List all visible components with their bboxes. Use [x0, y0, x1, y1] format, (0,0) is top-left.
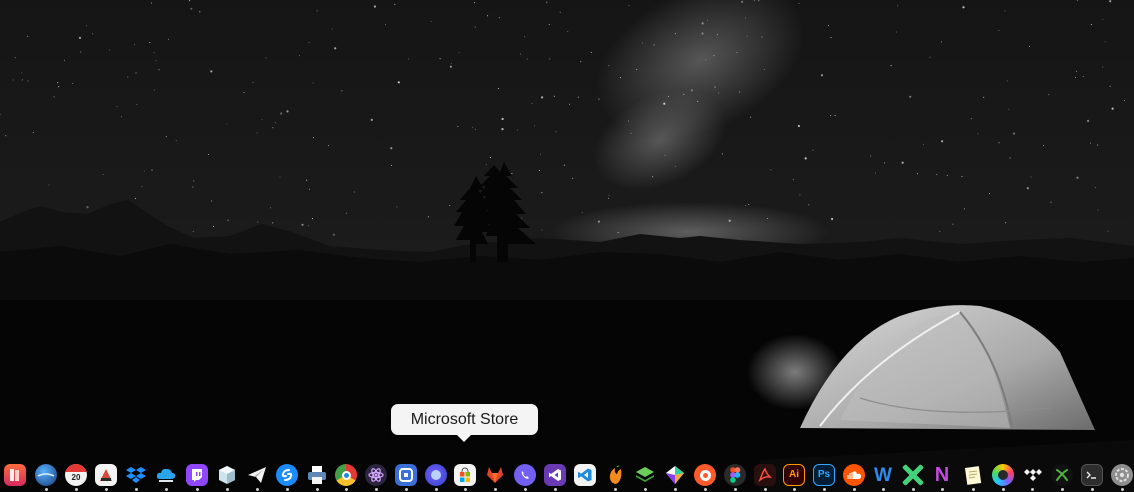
running-indicator [852, 488, 856, 491]
running-indicator [971, 488, 975, 491]
running-indicator [673, 488, 677, 491]
books-app-icon[interactable] [4, 464, 26, 486]
earth-globe-icon[interactable] [35, 464, 57, 486]
running-indicator [195, 488, 199, 491]
dropbox-icon[interactable] [125, 464, 147, 486]
desktop: Microsoft Store 20 Ai Ps W N [0, 0, 1134, 492]
running-indicator [733, 488, 737, 491]
atom-icon[interactable] [365, 464, 387, 486]
cube-icon[interactable] [216, 464, 238, 486]
gitlab-fox-icon[interactable] [484, 464, 506, 486]
terminal-icon[interactable] [1081, 464, 1103, 486]
word-app-label: W [874, 464, 892, 486]
firefox-icon[interactable] [425, 464, 447, 486]
visual-studio-icon[interactable] [544, 464, 566, 486]
running-indicator [404, 488, 408, 491]
running-indicator [822, 488, 826, 491]
colorful-orb-icon[interactable] [992, 464, 1014, 486]
running-indicator [225, 488, 229, 491]
photoshop-label: Ps [817, 469, 831, 480]
running-indicator [1001, 488, 1005, 491]
dock-tooltip: Microsoft Store [391, 404, 538, 442]
calendar-icon[interactable]: 20 [65, 464, 87, 486]
sketch-gem-icon[interactable] [664, 464, 686, 486]
running-indicator [703, 488, 707, 491]
running-indicator [285, 488, 289, 491]
illustrator-icon[interactable]: Ai [783, 464, 805, 486]
viber-icon[interactable] [514, 464, 536, 486]
running-indicator [553, 488, 557, 491]
microsoft-store-icon[interactable] [454, 464, 476, 486]
running-indicator [911, 488, 915, 491]
xbox-icon[interactable] [1051, 464, 1073, 486]
running-indicator [613, 488, 617, 491]
running-indicator [523, 488, 527, 491]
chrome-icon[interactable] [335, 464, 357, 486]
running-indicator [104, 488, 108, 491]
image-editor-icon[interactable] [95, 464, 117, 486]
printer-icon[interactable] [306, 464, 328, 486]
dock: 20 Ai Ps W N [0, 459, 1134, 492]
running-indicator [493, 488, 497, 491]
running-indicator [463, 488, 467, 491]
running-indicator [164, 488, 168, 491]
acrobat-icon[interactable] [754, 464, 776, 486]
running-indicator [940, 488, 944, 491]
running-indicator [315, 488, 319, 491]
shazam-icon[interactable] [276, 464, 298, 486]
running-indicator [434, 488, 438, 491]
running-indicator [881, 488, 885, 491]
running-indicator [1120, 488, 1124, 491]
dev-tool-icon[interactable] [395, 464, 417, 486]
xmind-icon[interactable] [902, 464, 924, 486]
figma-icon[interactable] [724, 464, 746, 486]
photoshop-icon[interactable]: Ps [813, 464, 835, 486]
running-indicator [44, 488, 48, 491]
running-indicator [374, 488, 378, 491]
notes-icon[interactable] [962, 464, 984, 486]
running-indicator [763, 488, 767, 491]
notion-n-label: N [934, 464, 950, 486]
illustrator-label: Ai [789, 469, 799, 480]
layers-stack-icon[interactable] [634, 464, 656, 486]
telegram-icon[interactable] [246, 464, 268, 486]
fl-studio-icon[interactable] [604, 464, 626, 486]
word-app-icon[interactable]: W [872, 464, 894, 486]
soundcloud-icon[interactable] [843, 464, 865, 486]
orange-ring-icon[interactable] [694, 464, 716, 486]
twitch-icon[interactable] [186, 464, 208, 486]
running-indicator [792, 488, 796, 491]
running-indicator [255, 488, 259, 491]
running-indicator [643, 488, 647, 491]
running-indicator [74, 488, 78, 491]
tidal-icon[interactable] [1021, 464, 1043, 486]
settings-icon[interactable] [1111, 464, 1133, 486]
running-indicator [1090, 488, 1094, 491]
running-indicator [1030, 488, 1034, 491]
running-indicator [1060, 488, 1064, 491]
notion-n-icon[interactable]: N [931, 464, 953, 486]
vscode-icon[interactable] [574, 464, 596, 486]
cloud-sync-icon[interactable] [155, 464, 177, 486]
calendar-date: 20 [71, 473, 81, 482]
wallpaper-night-camp [0, 0, 1134, 492]
running-indicator [344, 488, 348, 491]
running-indicator [134, 488, 138, 491]
